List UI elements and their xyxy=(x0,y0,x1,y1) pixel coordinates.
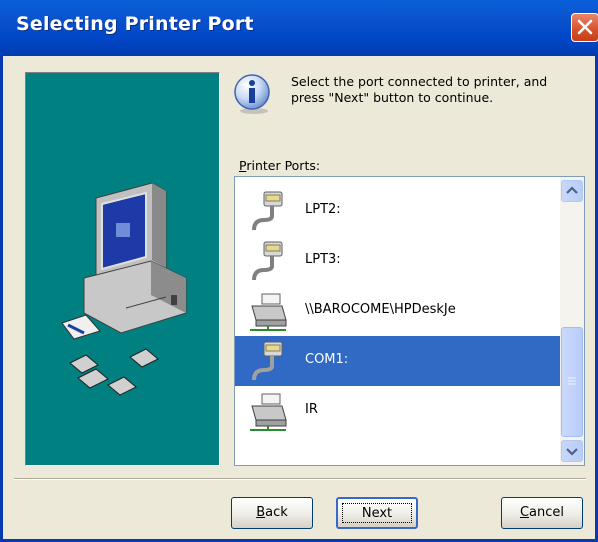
printer-ports-label: Printer Ports: xyxy=(239,158,320,173)
port-item-lpt3[interactable]: LPT3: xyxy=(235,236,560,286)
port-item-network-printer[interactable]: \\BAROCOME\HPDeskJe xyxy=(235,286,560,336)
port-label: \\BAROCOME\HPDeskJe xyxy=(305,302,456,317)
cancel-button-label: Cancel xyxy=(520,505,564,520)
instruction-text: Select the port connected to printer, an… xyxy=(291,74,591,106)
window-border-left xyxy=(0,56,3,542)
chevron-down-icon xyxy=(566,448,578,456)
close-button[interactable] xyxy=(571,13,598,42)
button-separator-highlight xyxy=(14,479,586,480)
cancel-button-accel: C xyxy=(519,505,530,520)
port-item-com1[interactable]: COM1: xyxy=(235,336,560,386)
wizard-illustration xyxy=(25,72,220,466)
cancel-button-label-rest: ancel xyxy=(529,505,565,520)
port-label: COM1: xyxy=(305,352,349,367)
parallel-port-icon xyxy=(252,191,283,231)
serial-port-icon xyxy=(252,341,283,381)
computer-illustration xyxy=(61,182,187,396)
next-button[interactable]: Next xyxy=(336,497,418,529)
instruction-line-1: Select the port connected to printer, an… xyxy=(291,74,548,89)
port-label: IR xyxy=(305,402,318,417)
close-icon xyxy=(577,19,593,35)
printer-ports-list[interactable]: LPT2: LPT3: \\BAROCOME\HPDeskJe COM1: IR xyxy=(234,176,585,466)
port-label: LPT2: xyxy=(305,202,341,217)
parallel-port-icon xyxy=(252,241,283,281)
title-bar[interactable]: Selecting Printer Port xyxy=(0,0,598,56)
infrared-printer-icon xyxy=(250,393,287,431)
back-button[interactable]: Back xyxy=(231,497,313,529)
dialog-window: Selecting Printer Port Select the port c… xyxy=(0,0,598,542)
back-button-label-rest: ack xyxy=(265,505,288,520)
port-item-lpt2[interactable]: LPT2: xyxy=(235,186,560,236)
printer-ports-label-rest: rinter Ports: xyxy=(246,158,321,173)
scroll-down-button[interactable] xyxy=(561,440,583,462)
scroll-thumb[interactable] xyxy=(561,327,583,437)
next-button-label: Next xyxy=(361,506,393,521)
window-title: Selecting Printer Port xyxy=(16,13,254,35)
grip-icon xyxy=(568,377,576,385)
vertical-scrollbar[interactable] xyxy=(560,177,584,465)
chevron-up-icon xyxy=(566,186,578,194)
port-item-ir[interactable]: IR xyxy=(235,386,560,436)
instruction-line-2: press "Next" button to continue. xyxy=(291,90,494,105)
cancel-button[interactable]: Cancel xyxy=(501,497,583,529)
port-label: LPT3: xyxy=(305,252,341,267)
network-printer-icon xyxy=(250,293,287,331)
back-button-accel: B xyxy=(256,505,266,520)
info-icon xyxy=(234,74,270,114)
back-button-label: Back xyxy=(256,505,288,520)
scroll-up-button[interactable] xyxy=(561,180,583,202)
